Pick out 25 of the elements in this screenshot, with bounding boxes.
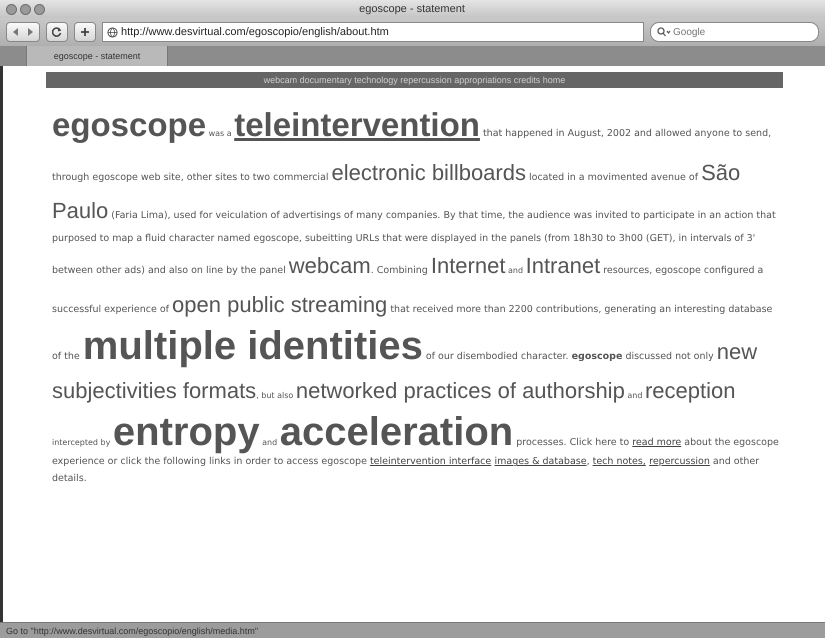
search-field[interactable]: Google [673,26,812,38]
back-forward-button[interactable] [6,22,40,42]
reload-button[interactable] [46,22,68,42]
window-control-icon[interactable] [20,4,31,14]
window-title: egoscope - statement [358,3,466,15]
text-link[interactable]: repercussion [649,456,710,468]
text-link[interactable]: teleintervention interface [370,456,492,468]
status-text: Go to "http://www.desvirtual.com/egoscopio/english/media.htm" [6,626,258,636]
window-control-icon[interactable] [6,4,17,14]
add-bookmark-button[interactable] [74,22,96,42]
arrows-icon [11,27,35,37]
browser-tab[interactable]: egoscope - statement [26,46,168,66]
search-box[interactable]: Google [650,22,819,42]
search-icon [657,27,671,37]
plus-icon [80,27,90,37]
globe-icon [107,26,118,38]
statement-text: egoscope was a teleintervention that happened in August, 2002 and allowed anyone to send, through egoscope web site, other sites to two commercial electronic billboards located in a movimented avenue of São Paulo(Faria Lima), used for veiculation of advertisings of many companies. By that time, the audience was invited to participate in an action that purposed to map a fluid character named egoscope, subeitting URLs that were displayed in the panels (from 18h30 to 3h00 (GET), in intervals of 3' between other ads) and also on line by the panel webcam. Combining Internet and Intranet resources, egoscope configured a successful experience of open public streaming that received more than 2200 contributions, generating an interesting database of the multiple identities of our disembodied character. egoscope discussed not only new subjectivities formats, but also networked practices of authorship and reception intercepted by entropy and acceleration processes. Click here to read more about the egoscope experience or click the following links in order to access egoscope teleintervention interface images & database, tech notes, repercussion and other details. [52,105,779,486]
window-control-icon[interactable] [34,4,45,14]
text-link[interactable]: teleintervention [234,106,480,143]
nav-links[interactable]: webcam documentary technology repercussion appropriations credits home [264,75,566,85]
text-link[interactable]: images & database [494,456,587,468]
text-link[interactable]: tech notes, [592,456,646,468]
reload-icon [52,27,62,37]
address-field[interactable]: http://www.desvirtual.com/egoscopio/english/about.htm [102,22,644,42]
text-link[interactable]: read more [632,437,682,448]
